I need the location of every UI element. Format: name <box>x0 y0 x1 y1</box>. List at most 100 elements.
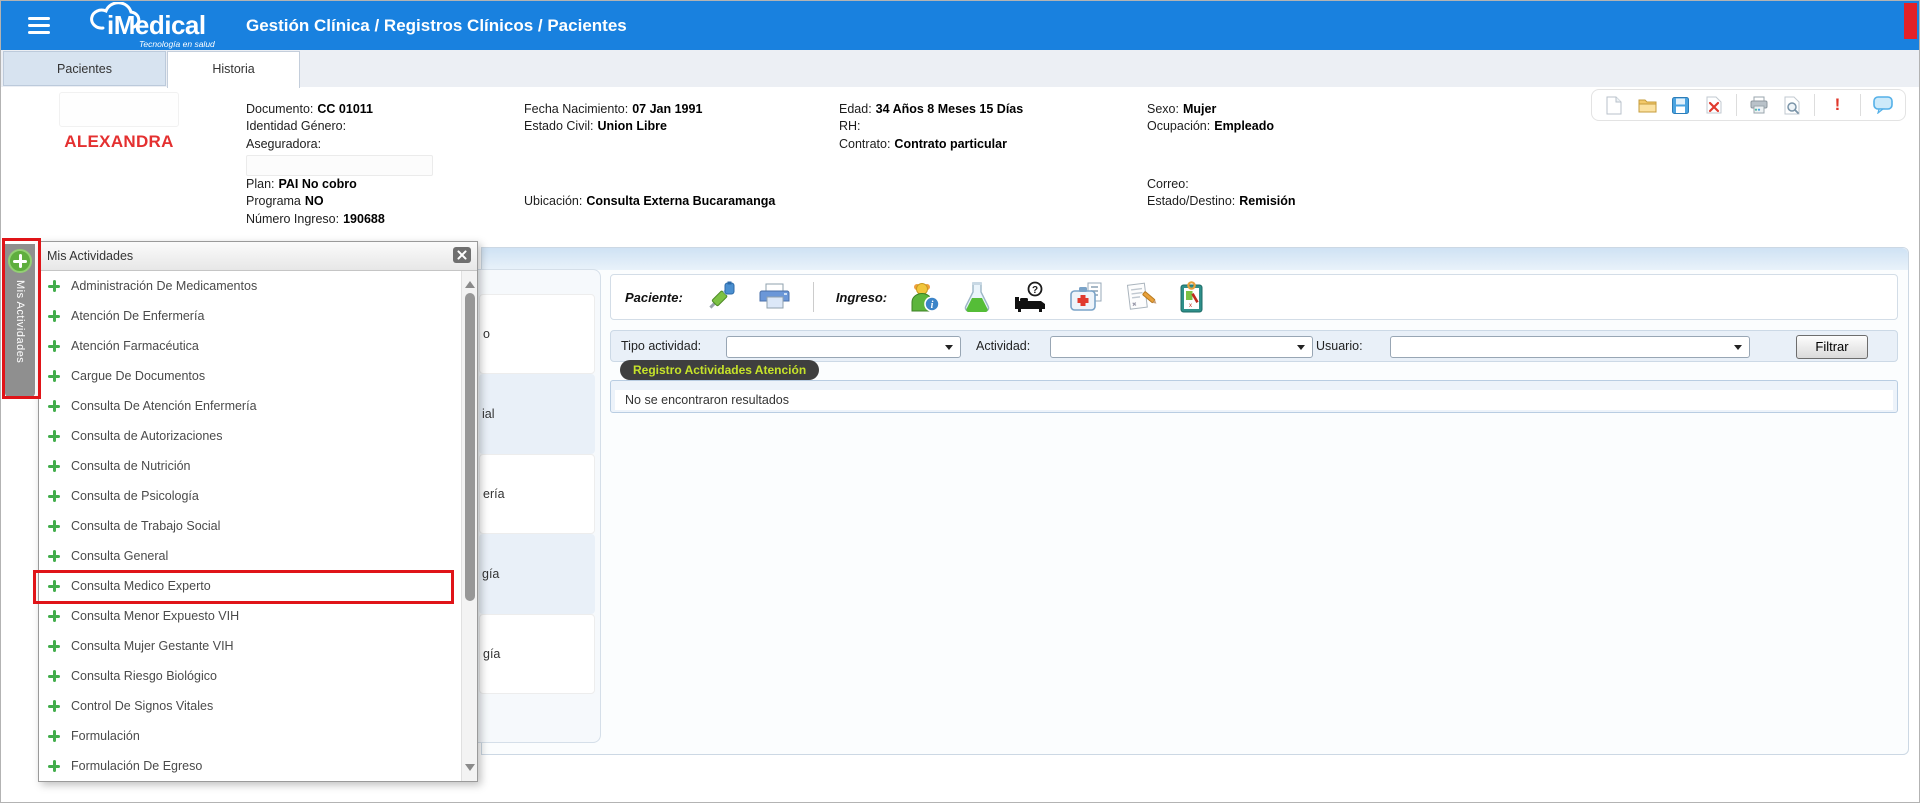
usuario-select[interactable] <box>1390 336 1750 358</box>
patient-info-icon[interactable]: i <box>909 281 941 313</box>
list-item[interactable]: Consulta De Atención Enfermería <box>39 391 461 421</box>
order-edit-icon[interactable] <box>1125 282 1157 312</box>
clipboard-record-icon[interactable]: x <box>1179 281 1207 313</box>
usuario-label: Usuario: <box>1316 331 1363 361</box>
plus-icon <box>48 550 60 562</box>
breadcrumb[interactable]: Gestión Clínica / Registros Clínicos / P… <box>246 1 627 50</box>
actividad-select[interactable] <box>1050 336 1313 358</box>
save-icon[interactable] <box>1669 94 1691 116</box>
field-identidad-genero: Identidad Género: <box>246 120 346 133</box>
results-container: No se encontraron resultados <box>610 380 1898 413</box>
annotation-red-marker <box>1904 3 1917 39</box>
plus-icon <box>48 370 60 382</box>
field-estado-civil: Estado Civil:Union Libre <box>524 120 667 133</box>
panel-header: Mis Actividades <box>39 242 477 271</box>
field-plan: Plan:PAI No cobro <box>246 178 357 191</box>
list-item[interactable]: Consulta Riesgo Biológico <box>39 661 461 691</box>
list-item[interactable]: Consulta Menor Expuesto VIH <box>39 601 461 631</box>
close-icon[interactable] <box>453 247 471 263</box>
hospitalization-icon[interactable]: ? <box>1013 281 1047 313</box>
list-item[interactable]: Administración De Medicamentos <box>39 271 461 301</box>
patient-header: ALEXANDRA Documento:CC 01011 Identidad G… <box>1 87 1919 247</box>
list-item-highlighted[interactable]: Consulta Medico Experto <box>39 571 461 601</box>
scroll-up-icon[interactable] <box>465 276 475 288</box>
list-item[interactable]: Formulación <box>39 721 461 751</box>
toolbar-separator <box>1736 94 1737 116</box>
list-item[interactable]: Consulta de Psicología <box>39 481 461 511</box>
medical-kit-icon[interactable] <box>1069 282 1103 312</box>
toolbar-separator <box>1860 94 1861 116</box>
new-document-icon[interactable] <box>1603 94 1625 116</box>
background-card[interactable]: o <box>479 294 595 374</box>
field-correo: Correo: <box>1147 178 1189 191</box>
filtrar-button[interactable]: Filtrar <box>1796 335 1868 359</box>
open-folder-icon[interactable] <box>1636 94 1658 116</box>
hamburger-menu-icon[interactable] <box>28 17 50 34</box>
record-toolbar: ! <box>1591 89 1906 121</box>
field-fecha-nacimiento: Fecha Nacimiento:07 Jan 1991 <box>524 103 702 116</box>
field-ubicacion: Ubicación:Consulta Externa Bucaramanga <box>524 195 775 208</box>
scrollbar-thumb[interactable] <box>465 293 475 601</box>
list-item[interactable]: Consulta de Trabajo Social <box>39 511 461 541</box>
panel-scrollbar[interactable] <box>461 271 477 781</box>
lab-sample-icon[interactable] <box>963 281 991 313</box>
list-item[interactable]: Formulación De Egreso <box>39 751 461 781</box>
comments-icon[interactable] <box>1872 94 1894 116</box>
alert-icon[interactable]: ! <box>1826 94 1848 116</box>
tipo-actividad-select[interactable] <box>726 336 961 358</box>
background-card[interactable]: ería <box>479 454 595 534</box>
print-icon[interactable] <box>1748 94 1770 116</box>
field-numero-ingreso: Número Ingreso:190688 <box>246 213 385 226</box>
list-item[interactable]: Consulta Mujer Gestante VIH <box>39 631 461 661</box>
ingreso-label: Ingreso: <box>836 290 887 305</box>
scroll-down-icon[interactable] <box>465 764 475 776</box>
print-summary-icon[interactable] <box>759 283 791 311</box>
activities-section: Paciente: Ingreso: i ? <box>481 247 1909 755</box>
toolbar-separator <box>1814 94 1815 116</box>
plus-icon <box>48 400 60 412</box>
list-item[interactable]: Consulta de Nutrición <box>39 451 461 481</box>
field-ocupacion: Ocupación:Empleado <box>1147 120 1274 133</box>
app-logo[interactable]: iMedical Tecnología en salud <box>81 2 246 49</box>
list-item[interactable]: Consulta de Autorizaciones <box>39 421 461 451</box>
aseguradora-empty-input[interactable] <box>246 155 433 176</box>
registro-actividades-badge: Registro Actividades Atención <box>620 360 819 380</box>
field-contrato: Contrato:Contrato particular <box>839 138 1007 151</box>
plus-icon <box>48 280 60 292</box>
patient-name: ALEXANDRA <box>49 132 189 152</box>
background-card[interactable]: gía <box>479 534 595 614</box>
list-item[interactable]: Atención Farmacéutica <box>39 331 461 361</box>
svg-text:i: i <box>931 300 934 311</box>
list-item[interactable]: Control De Signos Vitales <box>39 691 461 721</box>
background-card[interactable]: gía <box>479 614 595 694</box>
tab-pacientes[interactable]: Pacientes <box>3 51 166 86</box>
preview-icon[interactable] <box>1781 94 1803 116</box>
svg-text:?: ? <box>1032 285 1038 296</box>
activities-list: Administración De Medicamentos Atención … <box>39 271 461 781</box>
list-item[interactable]: Consulta General <box>39 541 461 571</box>
delete-record-icon[interactable] <box>1703 94 1725 116</box>
brand-name: iMedical <box>107 10 206 41</box>
plus-icon <box>48 310 60 322</box>
field-rh: RH: <box>839 120 861 133</box>
background-card[interactable]: ial <box>479 374 595 454</box>
list-item[interactable]: Atención De Enfermería <box>39 301 461 331</box>
actividad-label: Actividad: <box>976 331 1030 361</box>
field-sexo: Sexo:Mujer <box>1147 103 1216 116</box>
vaccination-icon[interactable] <box>705 281 737 313</box>
plus-icon <box>48 460 60 472</box>
mis-actividades-side-tab[interactable]: Mis Actividades <box>5 244 35 397</box>
field-aseguradora: Aseguradora: <box>246 138 321 151</box>
filter-bar: Tipo actividad: Actividad: Usuario: Filt… <box>610 330 1898 362</box>
toolbar-divider <box>813 282 814 312</box>
tab-bar: Pacientes Historia <box>1 50 1919 88</box>
paciente-label: Paciente: <box>625 290 683 305</box>
plus-icon <box>48 490 60 502</box>
side-tab-label: Mis Actividades <box>14 280 26 363</box>
list-item[interactable]: Cargue De Documentos <box>39 361 461 391</box>
plus-icon <box>48 670 60 682</box>
tab-historia[interactable]: Historia <box>167 51 300 88</box>
plus-icon <box>48 520 60 532</box>
tipo-actividad-label: Tipo actividad: <box>621 331 701 361</box>
panel-title: Mis Actividades <box>47 242 133 270</box>
